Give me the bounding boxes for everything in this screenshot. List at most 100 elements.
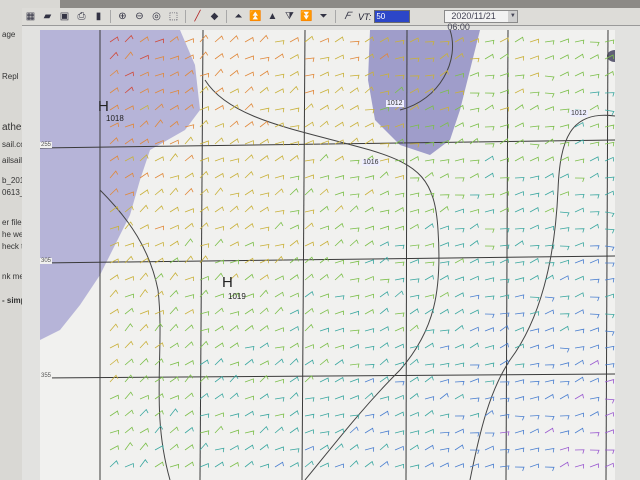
toolbar: ▦ ▰ ▣ ⎙ ▮ ⊕ ⊖ ◎ ⬚ ╱ ◆ ⏶ ⏫ ▲ ⧩ ⏬ ⏷ 𝐹 VT: …	[22, 8, 640, 32]
wind-barb	[214, 375, 224, 383]
wind-barb	[349, 74, 360, 80]
wind-barb	[319, 293, 329, 298]
chevron-down-icon[interactable]: ▼	[508, 11, 518, 22]
select-area-icon[interactable]: ⬚	[166, 9, 181, 24]
diamond-icon[interactable]: ◆	[207, 9, 222, 24]
wind-barb	[589, 278, 600, 284]
weather-map[interactable]: 255 305 355 H 1018 H 1019 1012 1016 1012	[40, 30, 615, 480]
wind-barb	[529, 72, 539, 77]
wind-barb	[394, 343, 404, 349]
wind-barb	[574, 359, 584, 366]
wind-barb	[184, 410, 194, 417]
wind-barb	[109, 374, 119, 383]
wind-barb	[589, 245, 600, 250]
wind-barb	[124, 426, 134, 434]
zoom-fit-icon[interactable]: ◎	[149, 9, 164, 24]
wind-barb	[364, 364, 375, 369]
wind-barb	[259, 107, 270, 113]
wind-barb	[154, 225, 164, 231]
wind-barb	[124, 275, 134, 281]
wind-barb	[454, 177, 465, 182]
up-icon[interactable]: ▲	[265, 9, 280, 24]
wind-barb	[589, 432, 600, 437]
wind-barb	[124, 391, 134, 400]
wind-barb	[499, 381, 510, 386]
function-icon[interactable]: 𝐹	[340, 9, 355, 24]
wind-barb	[454, 428, 464, 434]
wind-barb	[214, 238, 224, 247]
zoom-in-icon[interactable]: ⊕	[115, 9, 130, 24]
wind-barb	[514, 227, 525, 233]
wind-barb	[424, 342, 434, 349]
wind-barb	[169, 289, 179, 298]
wind-barb	[529, 91, 540, 97]
wind-barb	[364, 460, 374, 468]
wind-barb	[379, 443, 389, 451]
wind-barb	[199, 106, 209, 111]
file-icon[interactable]: ▦	[23, 9, 38, 24]
wind-barb	[289, 410, 299, 417]
delete-icon[interactable]: ▮	[91, 9, 106, 24]
zoom-out-icon[interactable]: ⊖	[132, 9, 147, 24]
wind-barb	[244, 71, 254, 77]
wind-barb	[319, 358, 329, 366]
save-icon[interactable]: ▣	[57, 9, 72, 24]
wind-barb	[169, 395, 179, 400]
filter-icon[interactable]: ⧩	[282, 9, 297, 24]
wind-barb	[439, 447, 450, 453]
wind-barb	[469, 209, 480, 214]
wind-barb	[349, 394, 359, 400]
top-arrow-icon[interactable]: ⏶	[231, 9, 246, 24]
wind-barb	[124, 409, 134, 417]
wind-barb	[349, 378, 359, 383]
wind-barb	[409, 156, 419, 162]
wind-barb	[214, 187, 224, 196]
wind-barb	[394, 207, 404, 213]
wind-barb	[139, 427, 149, 434]
wind-barb	[214, 104, 224, 111]
up-double-icon[interactable]: ⏫	[248, 9, 263, 24]
wind-barb	[169, 408, 179, 417]
wind-barb	[529, 192, 540, 198]
wind-barb	[184, 172, 194, 179]
open-folder-icon[interactable]: ▰	[40, 9, 55, 24]
wind-barb	[604, 39, 615, 45]
wind-barb	[604, 92, 615, 97]
wind-barb	[439, 159, 450, 164]
wind-barb	[334, 175, 345, 180]
wind-barb	[214, 461, 224, 468]
wind-barb	[559, 211, 570, 217]
wind-barb	[364, 413, 375, 419]
datetime-select[interactable]: 2020/11/21 06:00 ▼	[444, 10, 519, 32]
wind-barb	[349, 294, 360, 300]
wind-barb	[139, 272, 149, 281]
wind-barb	[349, 460, 359, 468]
wind-barb	[289, 209, 300, 215]
down-double-icon[interactable]: ⏬	[299, 9, 314, 24]
wind-barb	[379, 307, 389, 315]
wind-barb	[424, 375, 434, 383]
wind-barb	[259, 173, 269, 179]
wind-barb	[214, 357, 224, 366]
wind-barb	[304, 121, 314, 128]
pen-icon[interactable]: ╱	[190, 9, 205, 24]
wind-barb	[334, 155, 344, 162]
down-end-icon[interactable]: ⏷	[316, 9, 331, 24]
wind-barb	[364, 206, 374, 213]
vt-input[interactable]: 50	[374, 10, 411, 23]
wind-barb	[499, 431, 510, 436]
wind-barb	[514, 74, 525, 79]
wind-barb	[319, 377, 329, 383]
wind-barb	[439, 308, 449, 315]
wind-barb	[289, 188, 299, 196]
print-icon[interactable]: ⎙	[74, 9, 89, 24]
wind-barb	[589, 211, 600, 216]
wind-barb	[199, 140, 209, 145]
wind-barb	[409, 345, 420, 351]
wind-barb	[559, 191, 569, 196]
wind-barb	[274, 73, 285, 79]
datetime-value: 2020/11/21 06:00	[447, 11, 496, 32]
wind-barb	[334, 376, 344, 383]
wind-barb	[589, 141, 600, 147]
wind-barb	[574, 346, 585, 351]
